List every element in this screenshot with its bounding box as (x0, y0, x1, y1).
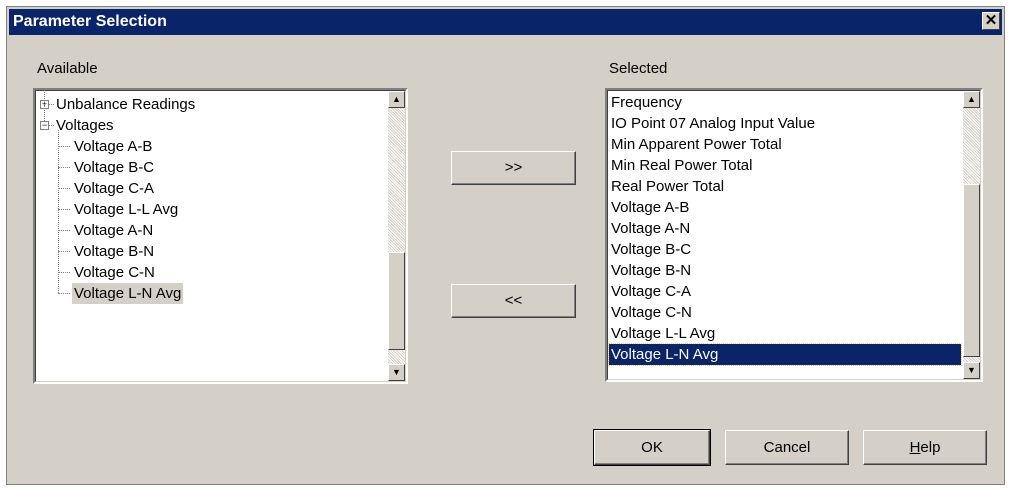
tree-connector (49, 125, 54, 126)
tree-node-label: Voltage L-N Avg (74, 285, 182, 302)
tree-leaf-node[interactable]: Voltage A-N (72, 220, 155, 241)
available-tree[interactable]: + Unbalance Readings − Voltages Voltage A-B V… (33, 88, 408, 384)
selected-list-item[interactable]: Frequency (609, 92, 961, 113)
selected-list-item[interactable]: Voltage B-N (609, 260, 961, 281)
available-label: Available (37, 60, 98, 77)
tree-connector (58, 230, 70, 231)
selected-list-item[interactable]: IO Point 07 Analog Input Value (609, 113, 961, 134)
tree-connector (58, 209, 70, 210)
selected-list-item[interactable]: Voltage C-N (609, 302, 961, 323)
tree-node-label: Voltage A-N (74, 222, 154, 239)
tree-connector (44, 90, 45, 121)
tree-leaf-node[interactable]: Voltage C-A (72, 178, 156, 199)
tree-node-label: Voltage B-C (74, 159, 155, 176)
title-bar[interactable]: Parameter Selection ✕ (9, 9, 1002, 35)
scroll-up-icon[interactable]: ▲ (388, 91, 405, 108)
selected-list-item[interactable]: Voltage L-N Avg (608, 343, 962, 366)
selected-list-item[interactable]: Real Power Total (609, 176, 961, 197)
selected-label: Selected (609, 60, 668, 77)
tree-connector (58, 188, 70, 189)
selected-list-item[interactable]: Voltage L-L Avg (609, 323, 961, 344)
help-rest: elp (920, 439, 941, 456)
tree-connector (49, 104, 54, 105)
dialog-title: Parameter Selection (13, 13, 167, 30)
tree-connector (58, 146, 70, 147)
remove-button[interactable]: << (451, 284, 576, 318)
parameter-selection-dialog: Parameter Selection ✕ Available + Unbalan… (6, 6, 1005, 485)
tree-leaf-node[interactable]: Voltage B-C (72, 157, 156, 178)
tree-connector (58, 130, 59, 293)
tree-leaf-node[interactable]: Voltage B-N (72, 241, 156, 262)
scroll-down-icon[interactable]: ▼ (388, 364, 405, 381)
selected-scrollbar[interactable]: ▲ ▼ (963, 91, 980, 379)
selected-list-item[interactable]: Min Real Power Total (609, 155, 961, 176)
scroll-down-icon[interactable]: ▼ (963, 362, 980, 379)
cancel-button[interactable]: Cancel (725, 430, 849, 465)
tree-connector (58, 251, 70, 252)
collapse-icon[interactable]: − (40, 121, 49, 130)
selected-list-item[interactable]: Voltage C-A (609, 281, 961, 302)
selected-list-item[interactable]: Voltage B-C (609, 239, 961, 260)
add-button[interactable]: >> (451, 151, 576, 185)
selected-list-item[interactable]: Voltage A-B (609, 197, 961, 218)
scroll-up-icon[interactable]: ▲ (963, 91, 980, 108)
selected-list-item[interactable]: Voltage A-N (609, 218, 961, 239)
tree-leaf-node[interactable]: Voltage C-N (72, 262, 157, 283)
help-button[interactable]: Help (863, 430, 987, 465)
tree-leaf-node[interactable]: Voltage L-N Avg (72, 283, 184, 304)
scroll-thumb[interactable] (388, 252, 405, 350)
help-mnemonic: H (909, 439, 921, 456)
tree-node-label: Voltages (56, 117, 114, 134)
tree-leaf-node[interactable]: Voltage L-L Avg (72, 199, 180, 220)
tree-group-node[interactable]: Voltages (56, 115, 114, 136)
tree-node-label: Voltage A-B (74, 138, 153, 155)
tree-connector (58, 272, 70, 273)
tree-node-label: Voltage C-A (74, 180, 155, 197)
tree-node-label: Voltage B-N (74, 243, 155, 260)
tree-group-node[interactable]: Unbalance Readings (56, 94, 195, 115)
tree-leaf-node[interactable]: Voltage A-B (72, 136, 154, 157)
tree-node-label: Voltage C-N (74, 264, 155, 281)
close-icon[interactable]: ✕ (982, 12, 1000, 30)
scroll-thumb[interactable] (963, 184, 980, 357)
selected-list-item[interactable]: Min Apparent Power Total (609, 134, 961, 155)
tree-connector (58, 293, 70, 294)
tree-node-label: Voltage L-L Avg (74, 201, 179, 218)
selected-list[interactable]: Frequency IO Point 07 Analog Input Value M… (605, 88, 983, 382)
tree-connector (58, 167, 70, 168)
ok-button[interactable]: OK (593, 429, 711, 466)
tree-node-label: Unbalance Readings (56, 96, 196, 113)
available-scrollbar[interactable]: ▲ ▼ (388, 91, 405, 381)
